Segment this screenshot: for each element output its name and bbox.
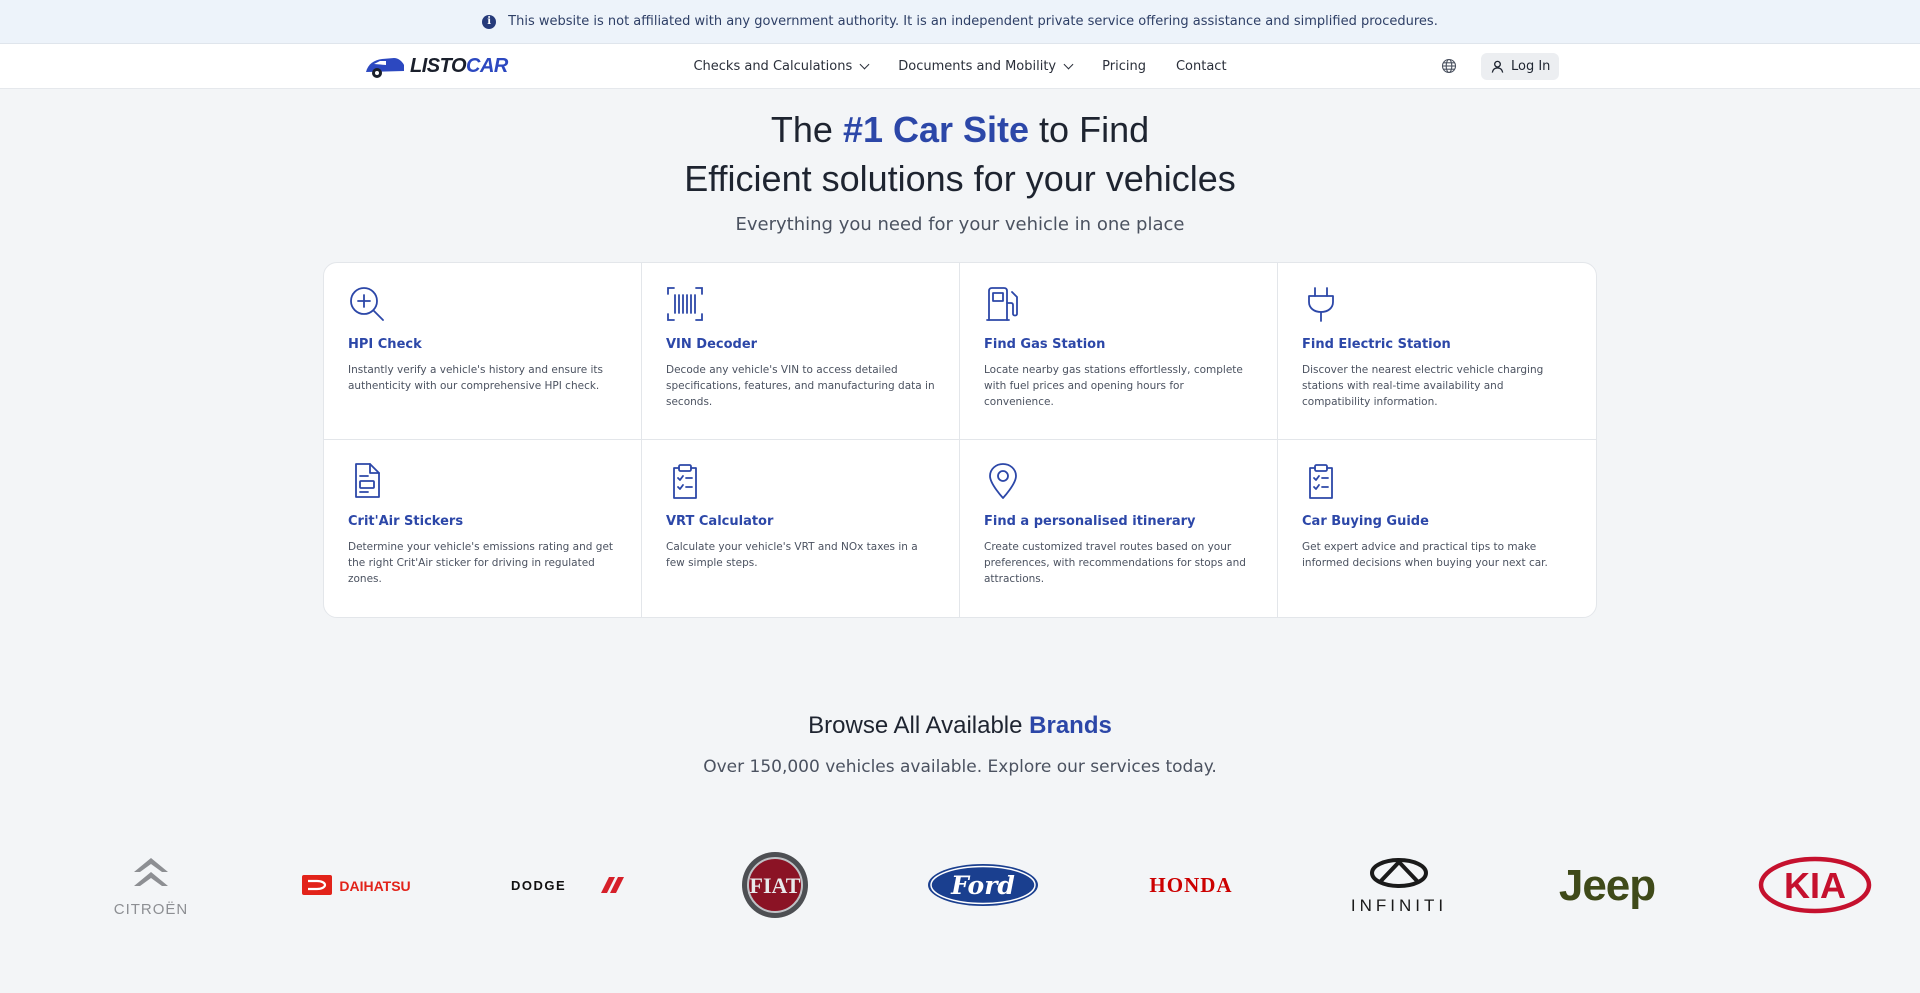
brand-label: HONDA <box>1149 873 1232 897</box>
main-menu: Checks and Calculations Documents and Mo… <box>0 44 1920 88</box>
login-button[interactable]: Log In <box>1481 53 1560 80</box>
card-desc: Discover the nearest electric vehicle ch… <box>1302 364 1544 408</box>
hero-title-line2: Efficient solutions for your vehicles <box>684 158 1236 200</box>
brand-label: FIAT <box>750 873 801 898</box>
brand-kia-logo[interactable]: KIA <box>1730 845 1900 925</box>
brands-title: Browse All Available Brands <box>808 712 1112 739</box>
brands-subtitle: Over 150,000 vehicles available. Explore… <box>703 757 1217 777</box>
card-title: Find Electric Station <box>1302 337 1451 352</box>
plug-icon <box>1308 287 1334 322</box>
brand-ford-logo[interactable]: Ford <box>898 845 1068 925</box>
info-icon: i <box>482 14 497 29</box>
hero-subtitle: Everything you need for your vehicle in … <box>735 213 1185 235</box>
map-pin-icon <box>989 463 1017 499</box>
brand-logos: CITROËN DAIHATSU DODGE FIAT Ford HONDA I… <box>0 845 1920 925</box>
brand-label: Jeep <box>1559 861 1655 910</box>
fuel-pump-icon <box>986 287 1018 321</box>
barcode-icon <box>667 287 703 321</box>
card-desc: Calculate your vehicle's VRT and NOx tax… <box>666 541 918 569</box>
menu-documents-and-mobility[interactable]: Documents and Mobility <box>898 59 1074 74</box>
service-card-vrt-calculator[interactable]: VRT Calculator Calculate your vehicle's … <box>642 440 960 617</box>
card-desc: Locate nearby gas stations effortlessly,… <box>984 364 1243 408</box>
card-desc: Instantly verify a vehicle's history and… <box>348 364 604 392</box>
user-icon <box>1491 60 1504 73</box>
service-card-hpi-check[interactable]: HPI Check Instantly verify a vehicle's h… <box>324 263 642 440</box>
brand-fiat-logo[interactable]: FIAT <box>690 845 860 925</box>
service-card-find-gas-station[interactable]: Find Gas Station Locate nearby gas stati… <box>960 263 1278 440</box>
chevron-down-icon <box>1063 59 1074 69</box>
brand-honda-logo[interactable]: HONDA <box>1106 845 1276 925</box>
services-grid: HPI Check Instantly verify a vehicle's h… <box>323 262 1597 618</box>
card-title: VRT Calculator <box>666 514 774 529</box>
banner-text: This website is not affiliated with any … <box>508 14 1438 29</box>
card-desc: Get expert advice and practical tips to … <box>1302 541 1548 569</box>
service-card-find-itinerary[interactable]: Find a personalised itinerary Create cus… <box>960 440 1278 617</box>
hero: The #1 Car Site to Find Efficient soluti… <box>0 109 1920 235</box>
card-desc: Determine your vehicle's emissions ratin… <box>348 541 614 585</box>
clipboard-check-icon <box>673 464 697 499</box>
info-banner: i This website is not affiliated with an… <box>0 0 1920 44</box>
service-card-car-buying-guide[interactable]: Car Buying Guide Get expert advice and p… <box>1278 440 1596 617</box>
hero-title-line1: The #1 Car Site to Find <box>770 109 1150 150</box>
brand-label: CITROËN <box>114 901 189 918</box>
brand-label: INFINITI <box>1351 896 1447 915</box>
card-desc: Create customized travel routes based on… <box>984 541 1246 585</box>
brand-daihatsu-logo[interactable]: DAIHATSU <box>274 845 444 925</box>
brand-infiniti-logo[interactable]: INFINITI <box>1314 845 1484 925</box>
menu-checks-and-calculations[interactable]: Checks and Calculations <box>693 59 870 74</box>
service-card-critair-stickers[interactable]: Crit'Air Stickers Determine your vehicle… <box>324 440 642 617</box>
card-title: VIN Decoder <box>666 337 758 352</box>
brand-jeep-logo[interactable]: Jeep <box>1522 845 1692 925</box>
service-card-vin-decoder[interactable]: VIN Decoder Decode any vehicle's VIN to … <box>642 263 960 440</box>
card-title: Crit'Air Stickers <box>348 514 464 529</box>
brand-label: DAIHATSU <box>339 878 410 894</box>
document-icon <box>355 463 380 498</box>
search-plus-icon <box>350 287 384 321</box>
brand-label: Ford <box>950 871 1015 900</box>
card-title: Find Gas Station <box>984 337 1106 352</box>
menu-pricing[interactable]: Pricing <box>1102 59 1146 74</box>
chevron-down-icon <box>859 59 870 69</box>
brand-label: KIA <box>1784 865 1846 906</box>
service-card-find-electric-station[interactable]: Find Electric Station Discover the neare… <box>1278 263 1596 440</box>
card-title: Car Buying Guide <box>1302 514 1429 529</box>
brand-label: DODGE <box>511 878 566 893</box>
brand-dodge-logo[interactable]: DODGE <box>482 845 652 925</box>
top-nav: LISTOCAR Checks and Calculations Documen… <box>0 44 1920 89</box>
menu-contact[interactable]: Contact <box>1176 59 1227 74</box>
card-desc: Decode any vehicle's VIN to access detai… <box>666 364 935 408</box>
clipboard-check-icon <box>1309 464 1333 499</box>
card-title: Find a personalised itinerary <box>984 514 1196 529</box>
globe-icon[interactable] <box>1441 58 1457 74</box>
card-title: HPI Check <box>348 337 422 352</box>
brand-citroen-logo[interactable]: CITROËN <box>66 845 236 925</box>
